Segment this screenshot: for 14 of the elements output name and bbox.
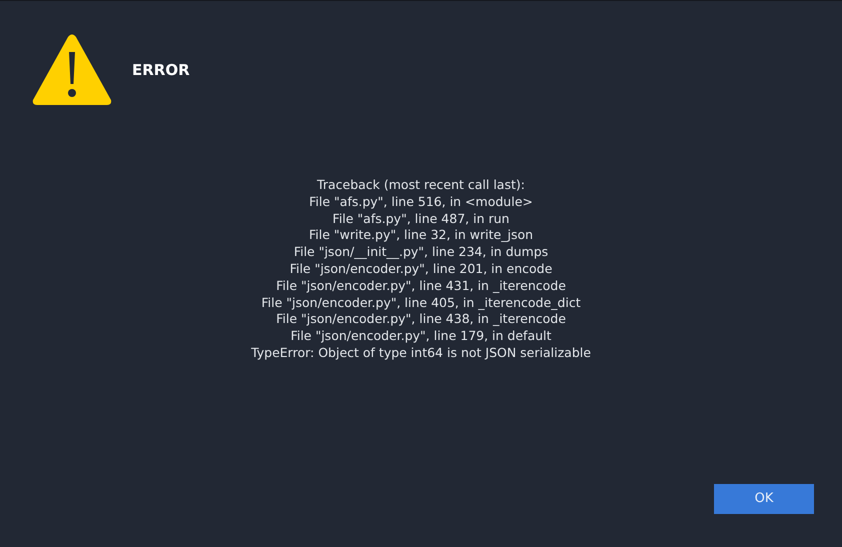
traceback-line: File "afs.py", line 487, in run — [332, 210, 510, 228]
traceback-line: File "afs.py", line 516, in <module> — [309, 194, 533, 211]
dialog-title: ERROR — [132, 60, 190, 81]
traceback-line: TypeError: Object of type int64 is not JSON serializable — [251, 344, 591, 362]
traceback-line: File "json/encoder.py", line 201, in encode — [290, 260, 552, 278]
traceback-line: File "json/encoder.py", line 431, in _iterencode — [276, 278, 566, 295]
traceback-line: File "json/encoder.py", line 438, in _iterencode — [276, 311, 566, 328]
traceback-line: Traceback (most recent call last): — [317, 177, 525, 194]
traceback-line: File "json/__init__.py", line 234, in dumps — [294, 244, 548, 261]
traceback-line: File "write.py", line 32, in write_json — [308, 227, 534, 244]
traceback-line: File "json/encoder.py", line 405, in _iterencode_dict — [261, 294, 581, 312]
warning-icon — [32, 34, 112, 106]
traceback-line: File "json/encoder.py", line 179, in default — [290, 328, 552, 345]
ok-button[interactable]: OK — [714, 484, 814, 514]
